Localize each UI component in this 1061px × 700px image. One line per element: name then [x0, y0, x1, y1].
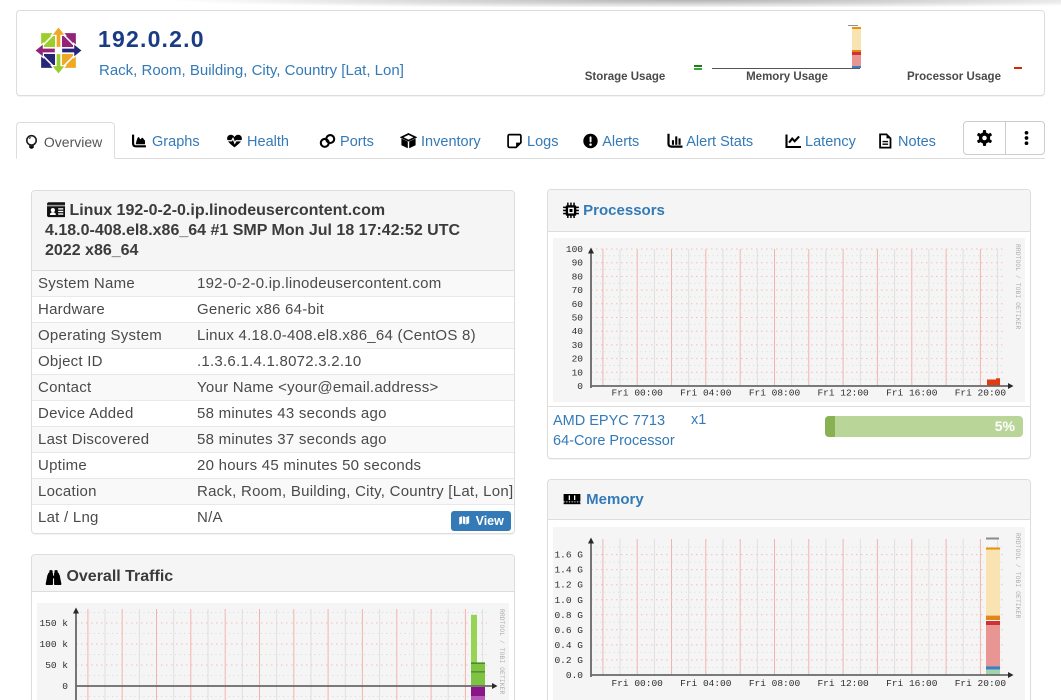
svg-text:10: 10	[572, 367, 584, 378]
svg-text:0.6 G: 0.6 G	[554, 625, 583, 636]
svg-text:Fri 08:00: Fri 08:00	[749, 678, 801, 689]
svg-text:0.4 G: 0.4 G	[554, 640, 583, 651]
svg-text:50 k: 50 k	[45, 660, 68, 671]
svg-text:50: 50	[572, 313, 584, 324]
svg-text:1.2 G: 1.2 G	[554, 580, 583, 591]
svg-text:0.2 G: 0.2 G	[554, 655, 583, 666]
svg-text:60: 60	[572, 299, 584, 310]
svg-text:Fri 00:00: Fri 00:00	[612, 678, 664, 689]
svg-text:0: 0	[62, 681, 68, 692]
svg-text:Fri 16:00: Fri 16:00	[886, 678, 938, 689]
svg-text:Fri 04:00: Fri 04:00	[680, 388, 732, 399]
svg-text:100: 100	[566, 244, 583, 255]
svg-text:Fri 00:00: Fri 00:00	[612, 388, 664, 399]
svg-text:0: 0	[577, 381, 583, 392]
svg-text:Fri 20:00: Fri 20:00	[955, 388, 1007, 399]
svg-text:RRDTOOL / TOBI OETIKER: RRDTOOL / TOBI OETIKER	[1014, 244, 1021, 329]
svg-text:Fri 20:00: Fri 20:00	[955, 678, 1007, 689]
svg-text:20: 20	[572, 354, 584, 365]
svg-text:70: 70	[572, 285, 584, 296]
svg-text:Fri 08:00: Fri 08:00	[749, 388, 801, 399]
svg-text:90: 90	[572, 258, 584, 269]
svg-text:0.0: 0.0	[566, 670, 583, 681]
svg-text:Fri 12:00: Fri 12:00	[817, 678, 869, 689]
svg-text:Fri 16:00: Fri 16:00	[886, 388, 938, 399]
svg-text:1.4 G: 1.4 G	[554, 565, 583, 576]
svg-text:1.6 G: 1.6 G	[554, 550, 583, 561]
svg-text:Fri 12:00: Fri 12:00	[817, 388, 869, 399]
svg-text:0.8 G: 0.8 G	[554, 610, 583, 621]
svg-text:1.0 G: 1.0 G	[554, 595, 583, 606]
svg-text:30: 30	[572, 340, 584, 351]
svg-text:40: 40	[572, 326, 584, 337]
svg-text:100 k: 100 k	[39, 639, 68, 650]
svg-text:RRDTOOL / TOBI OETIKER: RRDTOOL / TOBI OETIKER	[498, 609, 505, 694]
svg-text:RRDTOOL / TOBI OETIKER: RRDTOOL / TOBI OETIKER	[1014, 533, 1021, 618]
svg-text:Fri 04:00: Fri 04:00	[680, 678, 732, 689]
svg-text:80: 80	[572, 271, 584, 282]
svg-text:150 k: 150 k	[39, 618, 68, 629]
